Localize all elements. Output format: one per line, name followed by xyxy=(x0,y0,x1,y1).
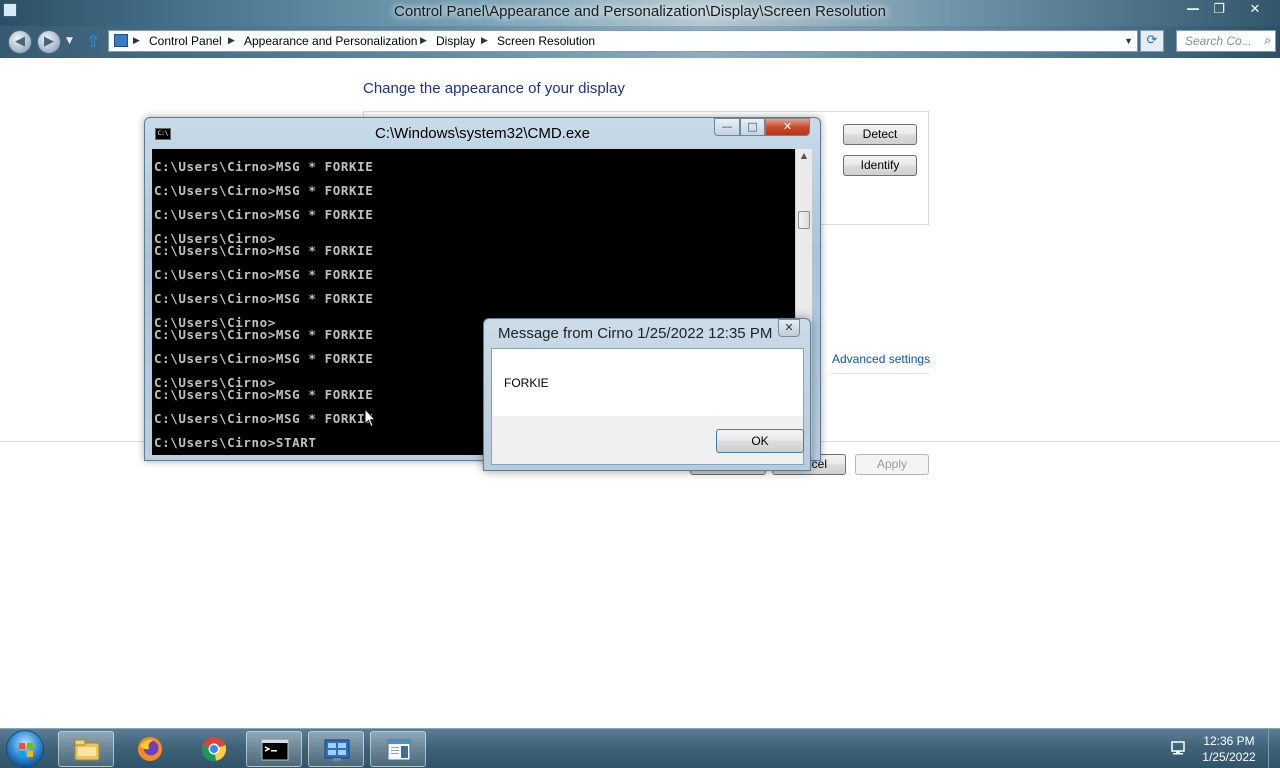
message-ok-button[interactable]: OK xyxy=(716,429,804,453)
search-icon[interactable]: ⌕ xyxy=(1264,33,1271,48)
console-line: C:\Users\Cirno>MSG * FORKIE xyxy=(154,207,374,222)
breadcrumb-separator-icon[interactable]: ▶ xyxy=(420,35,427,46)
taskbar-notepad-button[interactable] xyxy=(370,731,426,767)
address-dropdown-icon[interactable]: ▼ xyxy=(1124,36,1133,46)
advanced-settings-link[interactable]: Advanced settings xyxy=(832,352,930,366)
console-line: C:\Users\Cirno>MSG * FORKIE xyxy=(154,387,374,402)
breadcrumb-display[interactable]: Display xyxy=(436,34,475,48)
message-dialog-title: Message from Cirno 1/25/2022 12:35 PM xyxy=(498,325,773,342)
message-dialog-body: FORKIE OK xyxy=(491,348,804,465)
maximize-button[interactable]: ❐ xyxy=(1206,0,1232,20)
cmd-icon xyxy=(261,739,289,761)
refresh-button[interactable]: ⟳ xyxy=(1140,30,1164,52)
taskbar-chrome-button[interactable] xyxy=(186,731,242,767)
cmd-maximize-button[interactable]: □ xyxy=(740,118,765,136)
console-line: C:\Users\Cirno>MSG * FORKIE xyxy=(154,159,374,174)
scroll-up-arrow-icon[interactable]: ▲ xyxy=(796,151,812,160)
console-line: C:\Users\Cirno>MSG * FORKIE xyxy=(154,351,374,366)
detect-button[interactable]: Detect xyxy=(843,124,917,145)
console-line: C:\Users\Cirno>MSG * FORKIE xyxy=(154,183,374,198)
back-button[interactable]: ◀ xyxy=(8,30,32,54)
search-input[interactable]: Search Co... ⌕ xyxy=(1176,30,1276,52)
minimize-button[interactable]: — xyxy=(1180,0,1206,20)
clock-time[interactable]: 12:36 PM xyxy=(1196,734,1262,748)
window-title: Control Panel\Appearance and Personaliza… xyxy=(394,3,886,20)
console-line: C:\Users\Cirno>MSG * FORKIE xyxy=(154,267,374,282)
message-close-button[interactable]: ✕ xyxy=(778,319,800,337)
forward-button[interactable]: ▶ xyxy=(37,30,61,54)
firefox-icon xyxy=(138,737,162,761)
breadcrumb-appearance[interactable]: Appearance and Personalization xyxy=(244,34,417,48)
explorer-folder-icon xyxy=(74,739,100,761)
taskbar-cmd-button[interactable] xyxy=(246,731,302,767)
up-arrow-icon[interactable]: ⇧ xyxy=(86,32,100,52)
message-dialog[interactable]: Message from Cirno 1/25/2022 12:35 PM ✕ … xyxy=(483,318,811,471)
cmd-close-button[interactable]: ✕ xyxy=(765,118,810,136)
start-button[interactable] xyxy=(6,730,44,768)
apply-button[interactable]: Apply xyxy=(855,454,929,475)
taskbar: 12:36 PM 1/25/2022 xyxy=(0,728,1280,768)
message-text: FORKIE xyxy=(504,376,549,390)
breadcrumb-separator-icon[interactable]: ▶ xyxy=(228,35,235,46)
console-line: C:\Users\Cirno>MSG * FORKIE xyxy=(154,291,374,306)
breadcrumb-control-panel[interactable]: Control Panel xyxy=(149,34,222,48)
console-line: C:\Users\Cirno>START xyxy=(154,435,317,450)
show-desktop-button[interactable] xyxy=(1268,729,1280,768)
taskbar-firefox-button[interactable] xyxy=(122,731,178,767)
page-title: Change the appearance of your display xyxy=(363,80,625,97)
recent-pages-dropdown-icon[interactable]: ▼ xyxy=(66,36,73,46)
notepad-icon xyxy=(387,739,411,761)
console-line: C:\Users\Cirno>MSG * FORKIE xyxy=(154,243,374,258)
cmd-minimize-button[interactable]: — xyxy=(714,118,740,136)
window-titlebar[interactable]: Control Panel\Appearance and Personaliza… xyxy=(0,0,1280,26)
identify-button[interactable]: Identify xyxy=(843,155,917,176)
clock-date[interactable]: 1/25/2022 xyxy=(1196,750,1262,764)
close-button[interactable]: ✕ xyxy=(1240,0,1270,20)
control-panel-icon xyxy=(114,34,128,47)
message-text-area: FORKIE xyxy=(492,349,803,416)
mouse-pointer-icon xyxy=(364,408,376,428)
taskbar-explorer-button[interactable] xyxy=(58,731,114,767)
console-line: C:\Users\Cirno>MSG * FORKIE xyxy=(154,327,374,342)
scrollbar-thumb[interactable] xyxy=(798,211,810,229)
windows-logo-icon xyxy=(19,743,33,757)
network-icon[interactable] xyxy=(1170,740,1188,756)
search-placeholder: Search Co... xyxy=(1185,34,1252,48)
breadcrumb-separator-icon[interactable]: ▶ xyxy=(481,35,488,46)
taskbar-control-panel-button[interactable] xyxy=(308,731,364,767)
breadcrumb-separator-icon[interactable]: ▶ xyxy=(133,35,140,46)
breadcrumb-screen-resolution[interactable]: Screen Resolution xyxy=(497,34,595,48)
chrome-icon xyxy=(202,737,227,761)
control-panel-icon xyxy=(324,739,350,761)
address-bar[interactable]: ▶ Control Panel ▶ Appearance and Persona… xyxy=(108,30,1138,52)
console-line: C:\Users\Cirno>MSG * FORKIE xyxy=(154,411,374,426)
divider xyxy=(830,373,929,374)
